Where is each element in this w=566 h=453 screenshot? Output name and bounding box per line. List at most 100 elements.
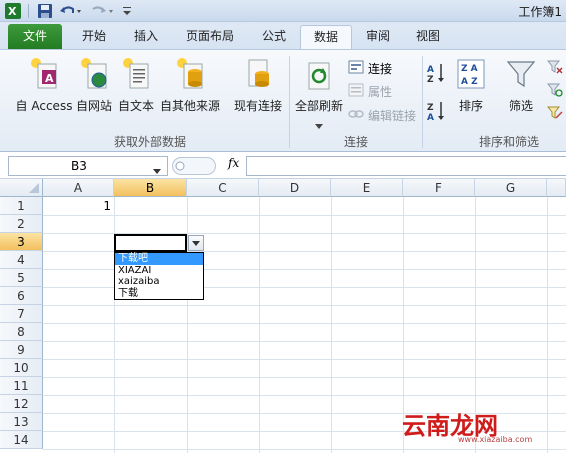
tab-formulas[interactable]: 公式	[252, 25, 296, 49]
from-access-button[interactable]: A 自 Access	[14, 56, 74, 114]
row-header-5[interactable]: 5	[0, 269, 43, 287]
row-header-7[interactable]: 7	[0, 305, 43, 323]
svg-text:Z A: Z A	[461, 64, 478, 74]
gridline	[43, 323, 566, 324]
from-text-label: 自文本	[117, 99, 154, 113]
redo-icon[interactable]	[90, 2, 116, 19]
properties-icon	[348, 83, 364, 100]
row-header-4[interactable]: 4	[0, 251, 43, 269]
tab-file[interactable]: 文件	[8, 24, 62, 49]
insert-function-icon[interactable]: fx	[228, 156, 239, 170]
row-header-12[interactable]: 12	[0, 395, 43, 413]
row-header-9[interactable]: 9	[0, 341, 43, 359]
row-header-14[interactable]: 14	[0, 431, 43, 449]
from-text-button[interactable]: 自文本	[116, 56, 156, 114]
connections-icon	[348, 60, 364, 77]
row-header-6[interactable]: 6	[0, 287, 43, 305]
watermark: 云南龙网 www.xiazaiba.com	[398, 392, 566, 453]
access-icon: A	[14, 56, 74, 93]
sort-az-icon: AZ	[426, 62, 448, 87]
ribbon-tabs: 文件 开始 插入 页面布局 公式 数据 审阅 视图	[0, 22, 566, 49]
column-header-d[interactable]: D	[259, 179, 331, 197]
column-header-g[interactable]: G	[475, 179, 547, 197]
group-label-sort-filter: 排序和筛选	[478, 135, 539, 149]
group-label-connections: 连接	[343, 135, 368, 149]
clear-filter-button[interactable]	[546, 60, 564, 81]
refresh-dropdown-icon[interactable]	[294, 118, 344, 132]
formula-input[interactable]	[246, 156, 566, 176]
dropdown-arrow-icon	[192, 241, 200, 246]
svg-text:Z: Z	[427, 103, 434, 113]
tab-page-layout[interactable]: 页面布局	[176, 25, 244, 49]
from-other-sources-button[interactable]: 自其他来源	[157, 56, 223, 114]
advanced-filter-button[interactable]	[546, 106, 564, 127]
excel-window: X 工作簿1 文件 开始 插入 页面布局 公式 数据 审阅 视图 A 自 Acc…	[0, 0, 566, 453]
sort-button[interactable]: Z A A Z 排序	[452, 58, 490, 114]
column-header-c[interactable]: C	[187, 179, 259, 197]
column-header-f[interactable]: F	[403, 179, 475, 197]
sort-descending-button[interactable]: ZA	[426, 100, 448, 129]
gridline	[43, 341, 566, 342]
cell-a1[interactable]: 1	[43, 198, 111, 215]
text-file-icon	[116, 56, 156, 93]
edit-links-button[interactable]: 编辑链接	[348, 107, 416, 124]
existing-connections-button[interactable]: 现有连接	[232, 56, 284, 114]
active-cell-b3[interactable]	[114, 234, 187, 252]
filter-funnel-icon	[502, 58, 540, 93]
excel-logo-icon[interactable]: X	[4, 2, 22, 19]
tab-data[interactable]: 数据	[300, 25, 352, 49]
tab-view[interactable]: 视图	[406, 25, 450, 49]
sort-icon: Z A A Z	[452, 58, 490, 93]
dropdown-option[interactable]: xaizaiba	[115, 276, 203, 288]
reapply-filter-button[interactable]	[546, 83, 564, 104]
tab-insert[interactable]: 插入	[124, 25, 168, 49]
properties-label: 属性	[368, 85, 393, 99]
gridline	[43, 359, 566, 360]
column-header-partial[interactable]	[547, 179, 566, 197]
row-header-2[interactable]: 2	[0, 215, 43, 233]
dropdown-option[interactable]: 下载吧	[115, 253, 203, 265]
select-all-corner[interactable]	[0, 179, 43, 197]
undo-icon[interactable]	[58, 2, 84, 19]
tab-review[interactable]: 审阅	[356, 25, 400, 49]
formula-bar-handle[interactable]	[172, 157, 216, 175]
column-header-e[interactable]: E	[331, 179, 403, 197]
gridline	[43, 215, 566, 216]
tab-home[interactable]: 开始	[72, 25, 116, 49]
watermark-url: www.xiazaiba.com	[458, 435, 533, 444]
row-header-11[interactable]: 11	[0, 377, 43, 395]
gridline	[43, 305, 566, 306]
row-header-10[interactable]: 10	[0, 359, 43, 377]
group-separator	[422, 56, 423, 148]
row-header-8[interactable]: 8	[0, 323, 43, 341]
gridline	[259, 197, 260, 453]
row-header-3[interactable]: 3	[0, 233, 43, 251]
column-header-b[interactable]: B	[114, 179, 187, 197]
connections-button[interactable]: 连接	[348, 60, 392, 77]
web-icon	[74, 56, 114, 93]
sort-ascending-button[interactable]: AZ	[426, 62, 448, 91]
name-box[interactable]: B3	[8, 156, 168, 176]
svg-text:A: A	[427, 65, 434, 75]
customize-qat-icon[interactable]	[120, 2, 134, 19]
name-box-value: B3	[71, 159, 87, 173]
filter-label: 筛选	[508, 99, 533, 113]
connections-label: 连接	[368, 62, 393, 76]
row-header-13[interactable]: 13	[0, 413, 43, 431]
filter-button[interactable]: 筛选	[502, 58, 540, 114]
existing-connections-label: 现有连接	[233, 99, 282, 113]
column-header-a[interactable]: A	[43, 179, 114, 197]
svg-text:Z: Z	[427, 75, 434, 84]
validation-dropdown-button[interactable]	[188, 235, 204, 251]
dropdown-option[interactable]: 下载	[115, 288, 203, 300]
save-icon[interactable]	[36, 2, 54, 19]
properties-button[interactable]: 属性	[348, 83, 392, 100]
name-box-dropdown-icon[interactable]	[153, 163, 161, 177]
from-access-label: 自 Access	[15, 99, 73, 113]
refresh-all-button[interactable]: 全部刷新	[294, 62, 344, 132]
dropdown-option[interactable]: XIAZAI	[115, 265, 203, 277]
from-web-button[interactable]: 自网站	[74, 56, 114, 114]
svg-text:X: X	[8, 5, 17, 18]
validation-dropdown-list: 下载吧 XIAZAI xaizaiba 下载	[114, 252, 204, 300]
row-header-1[interactable]: 1	[0, 197, 43, 215]
